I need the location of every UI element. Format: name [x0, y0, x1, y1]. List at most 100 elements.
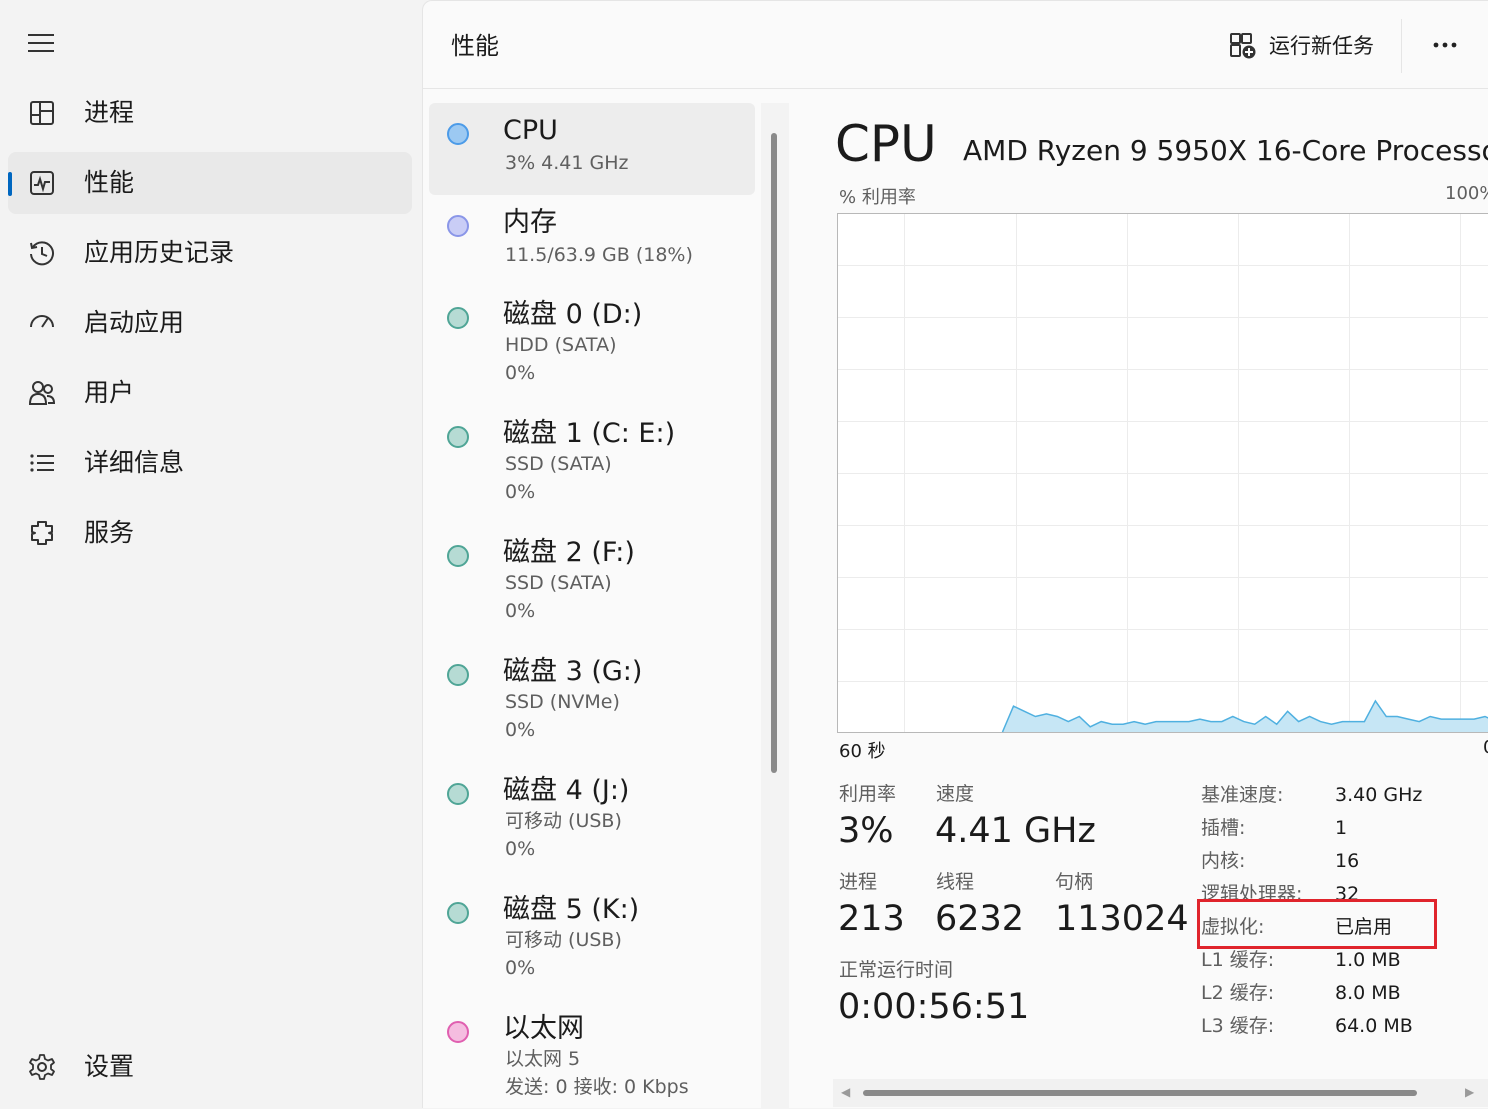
device-adapter: 以太网 5: [505, 1045, 580, 1073]
nav-item-label: 启动应用: [84, 306, 184, 340]
nav-item-label: 性能: [84, 166, 134, 200]
chart-y-axis-label: % 利用率: [839, 183, 916, 209]
speed-value: 4.41 GHz: [935, 809, 1096, 853]
device-disk-2[interactable]: 磁盘 2 (F:) SSD (SATA) 0%: [429, 525, 755, 644]
navigation-pane: 进程 性能 应用历史记录 启动应用 用户: [0, 0, 422, 1108]
device-usage: 0%: [505, 359, 535, 387]
chart-y-max-label: 100%: [1445, 183, 1488, 204]
spec-key: L2 缓存:: [1201, 979, 1274, 1007]
device-detail: 11.5/63.9 GB (18%): [505, 241, 693, 269]
cpu-model-name: AMD Ryzen 9 5950X 16-Core Processor: [963, 133, 1488, 169]
run-new-task-button[interactable]: 运行新任务: [1223, 27, 1383, 65]
device-usage: 0%: [505, 716, 535, 744]
nav-item-users[interactable]: 用户: [8, 362, 412, 424]
device-type: 可移动 (USB): [505, 926, 622, 954]
device-name: CPU: [503, 113, 558, 149]
details-icon: [28, 449, 56, 477]
spec-key: 插槽:: [1201, 814, 1245, 842]
spec-value: 16: [1335, 847, 1359, 875]
nav-item-performance[interactable]: 性能: [8, 152, 412, 214]
processes-label: 进程: [839, 869, 877, 895]
nav-item-label: 服务: [84, 516, 134, 550]
device-name: 磁盘 1 (C: E:): [503, 416, 675, 452]
disk-indicator-dot: [447, 783, 469, 805]
disk-indicator-dot: [447, 902, 469, 924]
users-icon: [28, 379, 56, 407]
device-type: SSD (NVMe): [505, 688, 620, 716]
device-disk-3[interactable]: 磁盘 3 (G:) SSD (NVMe) 0%: [429, 644, 755, 763]
performance-icon: [28, 169, 56, 197]
spec-key: 基准速度:: [1201, 781, 1283, 809]
device-usage: 0%: [505, 597, 535, 625]
nav-item-app-history[interactable]: 应用历史记录: [8, 222, 412, 284]
spec-key: L1 缓存:: [1201, 946, 1274, 974]
device-name: 磁盘 5 (K:): [503, 892, 639, 928]
device-ethernet[interactable]: 以太网 以太网 5 发送: 0 接收: 0 Kbps: [429, 1001, 755, 1109]
uptime-label: 正常运行时间: [839, 957, 953, 983]
scroll-left-icon[interactable]: ◀: [841, 1085, 850, 1099]
handles-value: 113024: [1055, 897, 1189, 941]
page-title: 性能: [451, 29, 499, 63]
nav-item-services[interactable]: 服务: [8, 502, 412, 564]
device-usage: 0%: [505, 835, 535, 863]
page-header: 性能 运行新任务: [423, 1, 1488, 89]
scroll-right-icon[interactable]: ▶: [1465, 1085, 1474, 1099]
threads-label: 线程: [936, 869, 974, 895]
nav-item-settings[interactable]: 设置: [8, 1036, 412, 1098]
spec-value: 1.0 MB: [1335, 946, 1401, 974]
device-cpu[interactable]: CPU 3% 4.41 GHz: [429, 103, 755, 195]
threads-value: 6232: [935, 897, 1024, 941]
device-detail: 3% 4.41 GHz: [505, 149, 629, 177]
ethernet-indicator-dot: [447, 1021, 469, 1043]
run-new-task-label: 运行新任务: [1269, 31, 1374, 61]
processes-value: 213: [838, 897, 905, 941]
disk-indicator-dot: [447, 307, 469, 329]
disk-indicator-dot: [447, 426, 469, 448]
device-name: 磁盘 2 (F:): [503, 535, 635, 571]
device-disk-4[interactable]: 磁盘 4 (J:) 可移动 (USB) 0%: [429, 763, 755, 882]
nav-item-startup-apps[interactable]: 启动应用: [8, 292, 412, 354]
device-name: 内存: [503, 205, 557, 241]
device-type: 可移动 (USB): [505, 807, 622, 835]
memory-indicator-dot: [447, 215, 469, 237]
virtualization-highlight-box: [1197, 899, 1437, 949]
chart-x-end-label: 0: [1483, 737, 1488, 758]
history-icon: [28, 239, 56, 267]
hamburger-menu-icon[interactable]: [28, 30, 56, 56]
device-name: 磁盘 4 (J:): [503, 773, 629, 809]
device-throughput: 发送: 0 接收: 0 Kbps: [505, 1073, 689, 1101]
main-panel: 性能 运行新任务 CPU 3% 4.41 GHz: [422, 0, 1488, 1108]
nav-item-details[interactable]: 详细信息: [8, 432, 412, 494]
spec-key: L3 缓存:: [1201, 1012, 1274, 1040]
more-options-icon[interactable]: [1427, 29, 1463, 61]
spec-value: 8.0 MB: [1335, 979, 1401, 1007]
utilization-label: 利用率: [839, 781, 896, 807]
spec-value: 3.40 GHz: [1335, 781, 1422, 809]
uptime-value: 0:00:56:51: [838, 985, 1029, 1029]
device-disk-1[interactable]: 磁盘 1 (C: E:) SSD (SATA) 0%: [429, 406, 755, 525]
utilization-value: 3%: [838, 809, 894, 853]
settings-label: 设置: [84, 1050, 134, 1084]
device-type: HDD (SATA): [505, 331, 616, 359]
device-memory[interactable]: 内存 11.5/63.9 GB (18%): [429, 195, 755, 287]
run-task-icon: [1229, 32, 1257, 60]
device-name: 磁盘 0 (D:): [503, 297, 642, 333]
device-disk-5[interactable]: 磁盘 5 (K:) 可移动 (USB) 0%: [429, 882, 755, 1001]
nav-item-label: 应用历史记录: [84, 236, 234, 270]
disk-indicator-dot: [447, 545, 469, 567]
device-type: SSD (SATA): [505, 450, 612, 478]
device-disk-0[interactable]: 磁盘 0 (D:) HDD (SATA) 0%: [429, 287, 755, 406]
header-divider: [1401, 19, 1402, 73]
detail-title: CPU: [835, 113, 937, 175]
chart-x-start-label: 60 秒: [839, 737, 886, 763]
horizontal-scroll-thumb[interactable]: [863, 1090, 1417, 1096]
device-list-scroll-thumb[interactable]: [771, 133, 777, 773]
nav-item-processes[interactable]: 进程: [8, 82, 412, 144]
horizontal-scrollbar[interactable]: ◀ ▶: [833, 1079, 1488, 1107]
cpu-indicator-dot: [447, 123, 469, 145]
nav-item-label: 进程: [84, 96, 134, 130]
services-icon: [28, 519, 56, 547]
device-type: SSD (SATA): [505, 569, 612, 597]
spec-value: 64.0 MB: [1335, 1012, 1413, 1040]
nav-item-label: 用户: [84, 376, 134, 410]
